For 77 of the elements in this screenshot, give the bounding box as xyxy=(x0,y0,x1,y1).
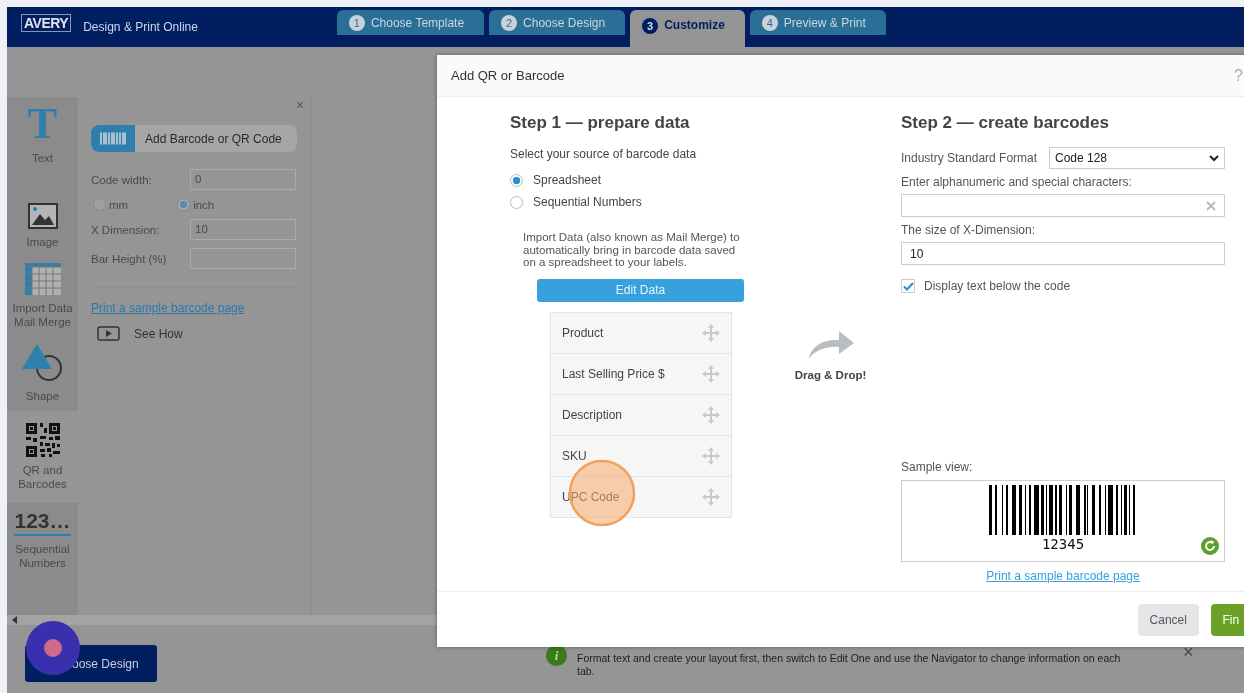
tool-label: Import Data Mail Merge xyxy=(11,301,74,329)
move-icon xyxy=(701,445,721,466)
radio-label: Spreadsheet xyxy=(533,173,602,187)
drag-drop-label: Drag & Drop! xyxy=(794,369,867,381)
refresh-icon[interactable] xyxy=(1201,537,1219,555)
tool-label: Sequential Numbers xyxy=(14,542,71,570)
radio-label: inch xyxy=(193,198,215,211)
step-heading: Step 1 — prepare data xyxy=(510,113,691,133)
play-icon[interactable] xyxy=(97,326,120,341)
finish-button[interactable]: Fin xyxy=(1210,603,1244,636)
tool-item[interactable]: QR and Barcodes xyxy=(7,411,78,503)
step-tab[interactable]: 3 Customize xyxy=(630,10,745,47)
input-field[interactable]: 0 xyxy=(190,169,296,190)
curved-arrow-icon xyxy=(806,329,855,359)
move-icon xyxy=(701,486,721,507)
input-field[interactable]: 10 xyxy=(901,242,1225,265)
tool-label: QR and Barcodes xyxy=(17,463,68,491)
image-icon xyxy=(27,203,58,229)
close-icon[interactable]: × xyxy=(295,97,304,113)
see-how-label[interactable]: See How xyxy=(134,326,183,341)
chevron-down-icon xyxy=(1209,154,1219,162)
checkbox[interactable] xyxy=(901,279,915,293)
data-column-item[interactable]: Description xyxy=(551,394,731,436)
step-tab[interactable]: 1 Choose Template xyxy=(336,10,485,35)
add-barcode-button[interactable]: Add Barcode or QR Code xyxy=(91,125,297,152)
move-icon xyxy=(701,404,721,425)
help-icon[interactable]: ? xyxy=(1234,66,1243,85)
barcode-number: 12345 xyxy=(1041,535,1085,553)
step-heading: Step 2 — create barcodes xyxy=(901,113,1110,133)
data-column-item[interactable]: Last Selling Price $ xyxy=(551,353,731,395)
clear-icon[interactable] xyxy=(1206,200,1216,211)
format-dropdown[interactable]: Code 128 xyxy=(1049,147,1225,169)
data-column-item[interactable]: Product xyxy=(551,312,731,354)
tool-item[interactable]: T Text xyxy=(7,97,78,197)
barcode-icon xyxy=(91,125,135,152)
prompt-text: Select your source of barcode data xyxy=(510,147,698,161)
step-tab[interactable]: 4 Preview & Print xyxy=(749,10,886,35)
field-label: Bar Height (%) xyxy=(91,252,167,265)
radio-button[interactable] xyxy=(510,173,523,187)
radio-button[interactable] xyxy=(510,195,523,209)
tool-item[interactable]: Image xyxy=(7,197,78,257)
close-icon[interactable]: × xyxy=(1183,645,1194,659)
format-label: Industry Standard Format xyxy=(901,151,1038,165)
step-tab[interactable]: 2 Choose Design xyxy=(489,10,626,35)
radio-button[interactable] xyxy=(177,198,191,211)
input-field[interactable]: 10 xyxy=(190,219,296,240)
sample-view-label: Sample view: xyxy=(901,460,974,474)
move-icon xyxy=(701,322,721,343)
table-icon xyxy=(24,263,61,295)
app-subtitle: Design & Print Online xyxy=(83,20,198,34)
cancel-button[interactable]: Cancel xyxy=(1138,603,1199,636)
dialog-title: Add QR or Barcode xyxy=(451,68,565,83)
input-field[interactable] xyxy=(901,194,1225,217)
field-label: Code width: xyxy=(91,173,152,186)
data-column-item[interactable]: SKU xyxy=(551,435,731,477)
field-label: Enter alphanumeric and special characters: xyxy=(901,175,1133,189)
logo[interactable]: AVERY xyxy=(21,14,72,32)
tool-label: Image xyxy=(25,235,60,249)
sample-page-link[interactable]: Print a sample barcode page xyxy=(986,569,1140,583)
tip-text: Format text and create your layout first, then switch to Edit One and use the Navigator to change information on each tab. xyxy=(577,651,1122,678)
field-label: The size of X-Dimension: xyxy=(901,223,1037,237)
tool-item[interactable]: Shape xyxy=(7,337,78,411)
description-text: Import Data (also known as Mail Merge) to automatically bring in barcode data saved on a spreadsheet to your labels. xyxy=(523,231,741,269)
radio-label: Sequential Numbers xyxy=(533,195,642,209)
shape-icon xyxy=(21,343,64,383)
tool-label: Shape xyxy=(24,389,61,403)
scroll-left-icon[interactable] xyxy=(12,616,18,624)
tool-label: Text xyxy=(30,151,55,165)
tool-item[interactable]: Import Data Mail Merge xyxy=(7,257,78,337)
checkbox-label: Display text below the code xyxy=(924,279,1071,293)
info-icon: i xyxy=(546,645,567,666)
field-label: X Dimension: xyxy=(91,223,160,236)
move-icon xyxy=(701,363,721,384)
tool-item[interactable]: 123… Sequential Numbers xyxy=(7,503,78,578)
edit-data-button[interactable]: Edit Data xyxy=(537,278,744,302)
qr-code-icon xyxy=(25,423,60,457)
radio-label: mm xyxy=(109,198,129,211)
